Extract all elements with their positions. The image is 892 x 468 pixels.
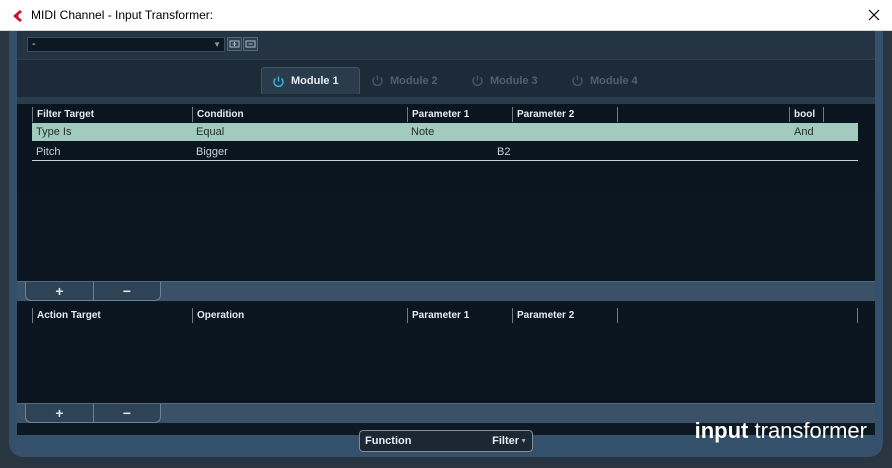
remove-action-row-button[interactable]: − <box>93 404 160 422</box>
filter-button-bar: + − <box>17 281 875 301</box>
tab-label: Module 3 <box>490 74 538 87</box>
logo-word-transformer: transformer <box>754 418 867 443</box>
action-table-header: Action Target Operation Parameter 1 Para… <box>32 308 858 323</box>
tab-label: Module 2 <box>390 74 438 87</box>
tab-module-2[interactable]: Module 2 <box>361 67 461 94</box>
action-row-buttons: + − <box>25 404 161 423</box>
tab-label: Module 1 <box>291 75 339 87</box>
chevron-down-icon: ▼ <box>520 437 527 445</box>
column-header-filter-target[interactable]: Filter Target <box>32 107 192 122</box>
actions-panel: Action Target Operation Parameter 1 Para… <box>17 302 875 402</box>
close-icon[interactable] <box>864 5 884 25</box>
preset-select[interactable]: - ▼ <box>27 37 225 52</box>
editor-body: - ▼ Module 1 Module 2 Module 3 Module 4 … <box>9 31 883 457</box>
column-header-blank <box>617 107 789 122</box>
tab-module-3[interactable]: Module 3 <box>461 67 561 94</box>
tab-label: Module 4 <box>590 74 638 87</box>
add-filter-row-button[interactable]: + <box>26 282 93 300</box>
add-action-row-button[interactable]: + <box>26 404 93 422</box>
power-icon[interactable] <box>272 75 285 88</box>
column-header-operation[interactable]: Operation <box>192 308 407 323</box>
filter-empty-area <box>17 191 875 281</box>
save-preset-icon <box>229 40 240 48</box>
tab-module-1[interactable]: Module 1 <box>261 67 360 94</box>
window-title: MIDI Channel - Input Transformer: <box>31 8 214 22</box>
cell-condition[interactable]: Equal <box>196 123 224 141</box>
title-bar: MIDI Channel - Input Transformer: <box>0 0 892 31</box>
filter-row-buttons: + − <box>25 282 161 301</box>
cubase-logo-icon <box>13 10 22 22</box>
power-icon[interactable] <box>571 74 584 87</box>
power-icon[interactable] <box>371 74 384 87</box>
remove-preset-button[interactable] <box>243 37 258 51</box>
tab-divider <box>17 97 875 104</box>
remove-preset-icon <box>245 40 256 48</box>
column-header-condition[interactable]: Condition <box>192 107 407 122</box>
column-header-blank <box>617 308 858 323</box>
column-header-bool[interactable]: bool <box>789 107 824 122</box>
preset-value: - <box>32 38 36 50</box>
column-header-parameter-1[interactable]: Parameter 1 <box>407 308 512 323</box>
module-tabs: Module 1 Module 2 Module 3 Module 4 <box>17 59 875 97</box>
tab-module-4[interactable]: Module 4 <box>561 67 661 94</box>
chevron-down-icon: ▼ <box>213 40 221 49</box>
cell-filter-target[interactable]: Pitch <box>36 143 60 161</box>
window-frame: - ▼ Module 1 Module 2 Module 3 Module 4 … <box>0 31 892 468</box>
column-header-parameter-1[interactable]: Parameter 1 <box>407 107 512 122</box>
function-value: Filter <box>492 435 520 447</box>
save-preset-button[interactable] <box>227 37 242 51</box>
function-label: Function <box>365 435 412 447</box>
logo-word-input: input <box>694 418 749 443</box>
power-icon[interactable] <box>471 74 484 87</box>
cell-filter-target[interactable]: Type Is <box>36 123 71 141</box>
product-logo: input transformer <box>695 418 867 444</box>
column-header-parameter-2[interactable]: Parameter 2 <box>512 107 617 122</box>
filter-row[interactable]: Type Is Equal Note And <box>32 123 858 141</box>
cell-condition[interactable]: Bigger <box>196 143 228 161</box>
cell-bool[interactable]: And <box>794 123 814 141</box>
column-header-action-target[interactable]: Action Target <box>32 308 192 323</box>
filter-row[interactable]: Pitch Bigger B2 <box>32 143 858 161</box>
preset-bar: - ▼ <box>17 31 875 59</box>
bottom-bar: Function Filter ▼ input transformer <box>9 418 883 457</box>
cell-parameter-1[interactable]: Note <box>411 123 434 141</box>
function-select[interactable]: Function Filter ▼ <box>359 430 533 452</box>
cell-parameter-2[interactable]: B2 <box>497 143 510 161</box>
remove-filter-row-button[interactable]: − <box>93 282 160 300</box>
column-header-parameter-2[interactable]: Parameter 2 <box>512 308 617 323</box>
filter-table-header: Filter Target Condition Parameter 1 Para… <box>32 107 824 122</box>
main-panel: - ▼ Module 1 Module 2 Module 3 Module 4 … <box>17 31 875 435</box>
